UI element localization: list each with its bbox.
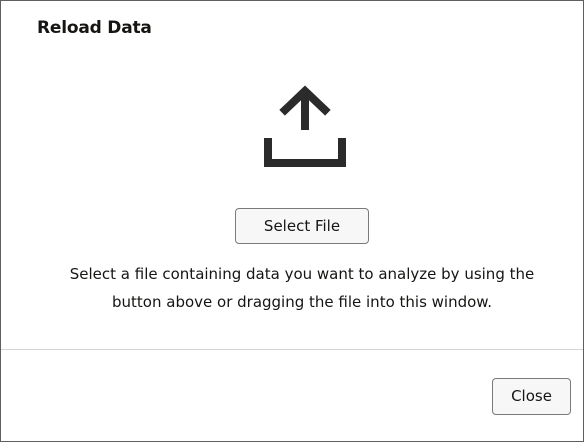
select-file-button[interactable]: Select File	[235, 208, 369, 244]
upload-icon	[263, 84, 347, 168]
footer-divider	[1, 349, 583, 350]
dialog-title: Reload Data	[37, 18, 152, 38]
reload-data-dialog: Reload Data Select File Select a file co…	[0, 0, 584, 442]
close-button[interactable]: Close	[492, 378, 571, 415]
dialog-description: Select a file containing data you want t…	[69, 265, 535, 311]
